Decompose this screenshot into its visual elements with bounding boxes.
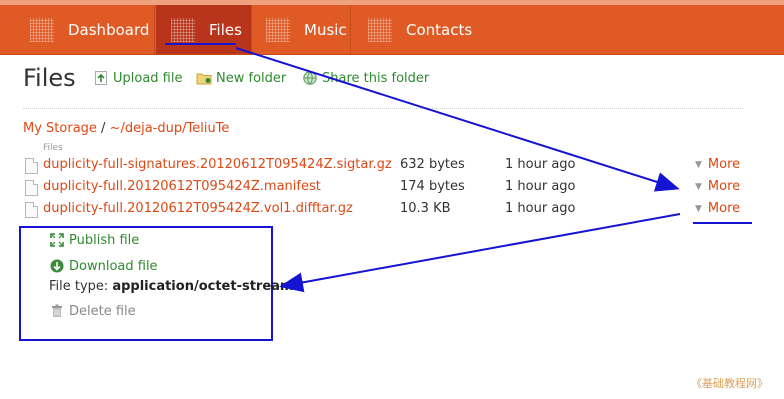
publish-file-button[interactable]: Publish file [49, 232, 139, 248]
file-row: duplicity-full.20120612T095424Z.manifest… [23, 179, 763, 199]
download-icon [49, 258, 65, 274]
tab-contacts-label: Contacts [406, 20, 473, 39]
more-button[interactable]: ▼ More [695, 157, 740, 172]
tab-contacts[interactable]: Contacts [368, 5, 472, 54]
page-title: Files [23, 64, 76, 92]
download-file-button[interactable]: Download file [49, 258, 158, 274]
file-type-value: application/octet-stream [112, 279, 294, 294]
file-date: 1 hour ago [505, 201, 576, 216]
tab-files-label: Files [209, 20, 242, 39]
file-icon [25, 180, 38, 196]
new-folder-button[interactable]: New folder [196, 70, 286, 86]
upload-file-label: Upload file [113, 70, 183, 86]
music-grid-icon [266, 17, 290, 42]
upload-icon [93, 70, 109, 86]
files-grid-icon [171, 17, 195, 42]
breadcrumb-separator: / [101, 121, 106, 136]
tab-separator [350, 5, 351, 54]
tab-separator [251, 5, 252, 54]
tab-dashboard-label: Dashboard [68, 20, 150, 39]
chevron-down-icon: ▼ [695, 159, 702, 170]
trash-icon [49, 303, 65, 319]
tab-files[interactable]: Files [156, 5, 251, 54]
share-folder-button[interactable]: Share this folder [302, 70, 429, 86]
upload-file-button[interactable]: Upload file [93, 70, 182, 86]
delete-file-label: Delete file [69, 303, 136, 319]
folder-icon [196, 70, 212, 86]
file-icon [25, 202, 38, 218]
tab-dashboard[interactable]: Dashboard [30, 5, 149, 54]
file-row: duplicity-full.20120612T095424Z.vol1.dif… [23, 201, 763, 221]
more-label: More [707, 157, 741, 172]
watermark: 《基础教程网》 [691, 377, 768, 390]
delete-file-button[interactable]: Delete file [49, 303, 136, 319]
file-name-link[interactable]: duplicity-full-signatures.20120612T09542… [43, 157, 392, 172]
more-button[interactable]: ▼ More [695, 201, 740, 216]
publish-expand-icon [49, 232, 65, 248]
file-size: 174 bytes [400, 179, 465, 194]
more-label: More [707, 201, 741, 216]
publish-file-label: Publish file [69, 232, 140, 248]
file-icon [25, 158, 38, 174]
breadcrumb-path-link[interactable]: ~/deja-dup/TeliuTe [110, 121, 230, 136]
tab-music[interactable]: Music [266, 5, 347, 54]
more-label: More [707, 179, 741, 194]
file-row: duplicity-full-signatures.20120612T09542… [23, 157, 763, 177]
file-size: 10.3 KB [400, 201, 451, 216]
new-folder-label: New folder [216, 70, 287, 86]
breadcrumb-root-link[interactable]: My Storage [23, 121, 97, 136]
file-type-row: File type: application/octet-stream [49, 279, 293, 294]
header-divider [23, 108, 743, 109]
file-name-link[interactable]: duplicity-full.20120612T095424Z.manifest [43, 179, 321, 194]
chevron-down-icon: ▼ [695, 203, 702, 214]
dashboard-grid-icon [30, 17, 54, 42]
arrow-to-panel [279, 213, 681, 293]
more-button[interactable]: ▼ More [695, 179, 740, 194]
chevron-down-icon: ▼ [695, 181, 702, 192]
share-folder-label: Share this folder [322, 70, 430, 86]
tab-separator [154, 5, 155, 54]
contacts-grid-icon [368, 17, 392, 42]
file-date: 1 hour ago [505, 179, 576, 194]
file-date: 1 hour ago [505, 157, 576, 172]
tab-music-label: Music [304, 20, 347, 39]
file-name-link[interactable]: duplicity-full.20120612T095424Z.vol1.dif… [43, 201, 353, 216]
file-size: 632 bytes [400, 157, 465, 172]
files-column-header: Files [43, 143, 63, 153]
file-type-label: File type: [49, 279, 109, 294]
breadcrumb: My Storage / ~/deja-dup/TeliuTe [23, 121, 229, 136]
download-file-label: Download file [69, 258, 158, 274]
share-globe-icon [302, 70, 318, 86]
